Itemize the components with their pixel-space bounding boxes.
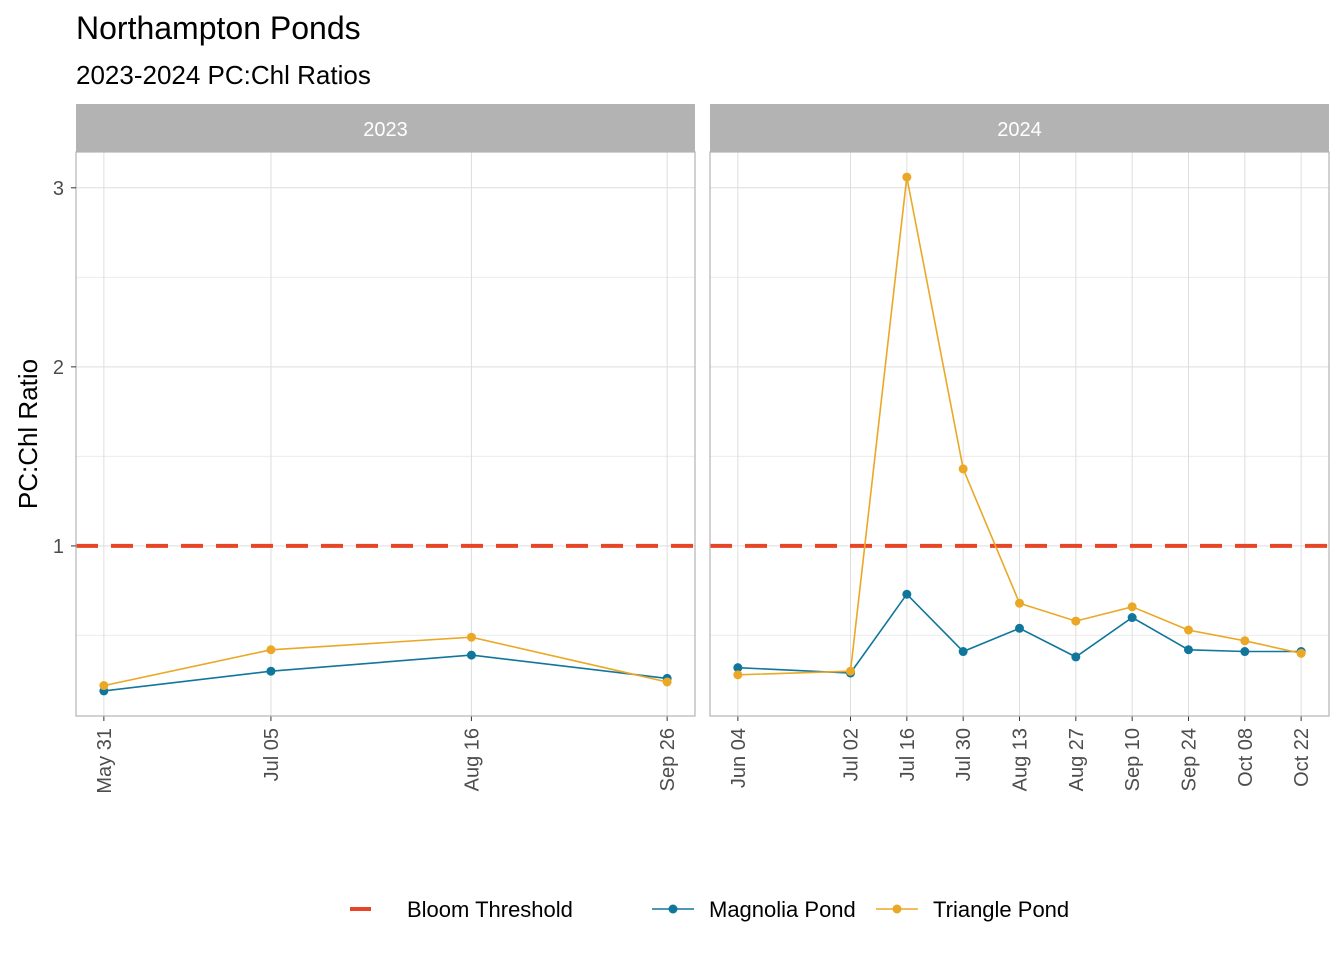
x-tick-label: Jul 30 bbox=[953, 728, 975, 781]
data-point-magnolia-pond bbox=[466, 650, 476, 660]
data-point-magnolia-pond bbox=[1015, 623, 1024, 633]
legend-label-triangle-pond: Triangle Pond bbox=[933, 897, 1069, 922]
y-tick-label: 3 bbox=[53, 178, 64, 200]
data-point-triangle-pond bbox=[662, 677, 672, 687]
data-point-triangle-pond bbox=[99, 681, 109, 691]
panel-border bbox=[75, 151, 696, 717]
x-tick-label: Aug 27 bbox=[1066, 728, 1088, 791]
data-point-magnolia-pond bbox=[1240, 647, 1250, 657]
facet-strip-label: 2023 bbox=[363, 119, 408, 141]
data-point-triangle-pond bbox=[902, 172, 912, 182]
data-point-triangle-pond bbox=[1015, 598, 1024, 608]
chart-canvas: PC:Chl Ratio 2023 May 31 Jul 05 Aug 16 Sep 2… bbox=[13, 104, 1330, 922]
data-point-triangle-pond bbox=[1127, 602, 1137, 612]
legend-key-point-magnolia-pond bbox=[668, 904, 678, 914]
x-tick-label: Sep 24 bbox=[1178, 728, 1200, 791]
x-tick-label: Oct 08 bbox=[1235, 728, 1257, 787]
data-point-triangle-pond bbox=[733, 670, 743, 680]
legend-key-point-triangle-pond bbox=[892, 904, 902, 914]
x-tick-label: Sep 26 bbox=[657, 728, 679, 791]
x-tick-label: Sep 10 bbox=[1122, 728, 1144, 791]
data-point-magnolia-pond bbox=[958, 647, 968, 657]
data-point-magnolia-pond bbox=[1071, 652, 1081, 662]
series-line-magnolia-pond bbox=[103, 654, 668, 692]
data-point-triangle-pond bbox=[1183, 625, 1193, 635]
x-tick-label: Jun 04 bbox=[728, 728, 750, 788]
legend-label-magnolia-pond: Magnolia Pond bbox=[709, 897, 856, 922]
data-point-triangle-pond bbox=[266, 645, 276, 655]
x-tick-label: Aug 16 bbox=[461, 728, 483, 791]
x-tick-label: Jul 05 bbox=[261, 728, 283, 781]
y-tick-label: 2 bbox=[53, 357, 64, 379]
facet-strip-label: 2024 bbox=[997, 119, 1042, 141]
x-tick-label: Jul 02 bbox=[841, 728, 863, 781]
data-point-magnolia-pond bbox=[1183, 645, 1193, 655]
x-tick-label: Aug 13 bbox=[1010, 728, 1032, 791]
data-point-triangle-pond bbox=[846, 666, 856, 676]
data-point-magnolia-pond bbox=[1127, 613, 1137, 623]
data-point-triangle-pond bbox=[1071, 616, 1081, 626]
data-point-magnolia-pond bbox=[902, 589, 912, 599]
y-axis-title: PC:Chl Ratio bbox=[13, 359, 43, 509]
data-point-magnolia-pond bbox=[266, 666, 276, 676]
x-tick-label: Jul 16 bbox=[897, 728, 919, 781]
legend-label-bloom-threshold: Bloom Threshold bbox=[407, 897, 573, 922]
x-tick-label: Oct 22 bbox=[1291, 728, 1313, 787]
data-point-triangle-pond bbox=[958, 464, 968, 474]
data-point-triangle-pond bbox=[1240, 636, 1250, 646]
y-tick-label: 1 bbox=[53, 536, 64, 558]
data-point-triangle-pond bbox=[466, 632, 476, 642]
x-tick-label: May 31 bbox=[94, 728, 116, 794]
data-point-triangle-pond bbox=[1296, 648, 1306, 658]
